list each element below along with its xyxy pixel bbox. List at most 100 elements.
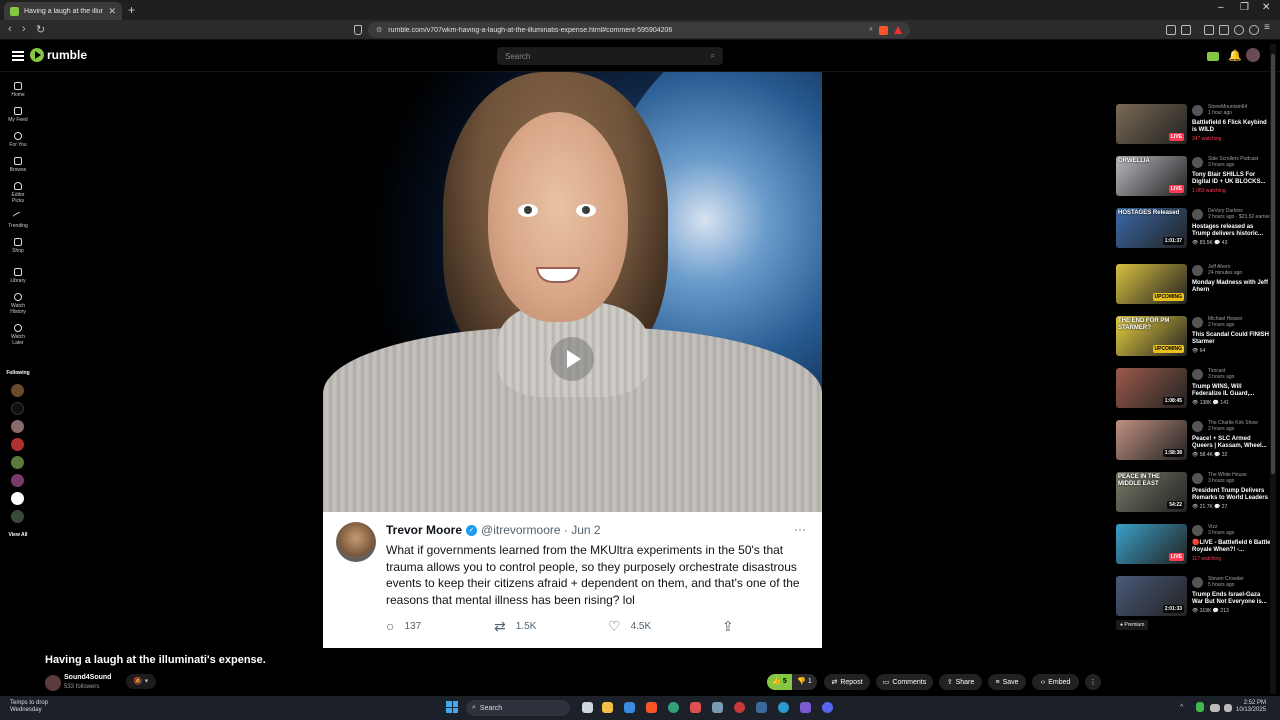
notification-toggle-button[interactable]: 🔕 ▾ [126,674,156,689]
sidebar-item-watch-later[interactable]: Watch Later [0,324,36,346]
related-title[interactable]: Tony Blair SHILLS For Digital ID + UK BL… [1192,172,1272,186]
discord-icon[interactable] [822,702,833,713]
bell-icon[interactable]: 🔔 [1228,49,1242,62]
related-title[interactable]: Hostages released as Trump delivers hist… [1192,224,1272,238]
search-icon[interactable]: ⌕ [711,51,715,61]
app-icon[interactable] [624,702,635,713]
system-clock[interactable]: 2:52 PM 10/13/2025 [1236,700,1266,714]
related-title[interactable]: 🔴LIVE - Battlefield 6 Battle Royale When… [1192,540,1272,554]
upvote-button[interactable]: 👍 5 [767,674,792,690]
related-channel-avatar[interactable] [1192,577,1203,588]
related-channel-avatar[interactable] [1192,525,1203,536]
scrollbar-thumb[interactable] [1271,54,1275,474]
zoom-icon[interactable]: ⌕ [869,26,873,34]
new-tab-button[interactable]: + [128,3,135,17]
related-channel-avatar[interactable] [1192,157,1203,168]
view-all-link[interactable]: View All [0,532,36,538]
following-channel-avatar[interactable] [11,384,24,397]
task-view-icon[interactable] [582,702,593,713]
brave-browser-icon[interactable] [646,702,657,713]
address-bar[interactable]: ⚙ rumble.com/v707wkm-having-a-laugh-at-t… [368,22,910,38]
related-thumbnail[interactable]: HOSTAGES Released 1:01:37 [1116,208,1187,248]
rumble-logo[interactable]: rumble [30,48,87,62]
forward-button[interactable]: › [22,23,26,35]
save-button[interactable]: ≡ Save [988,674,1026,690]
app-icon[interactable] [778,702,789,713]
related-title[interactable]: Trump Ends Israel-Gaza War But Not Every… [1192,592,1272,606]
related-thumbnail[interactable]: UPCOMING [1116,264,1187,304]
sidebar-item-watch-history[interactable]: Watch History [0,293,36,315]
following-channel-avatar[interactable] [11,438,24,451]
sidebar-item-browse[interactable]: Browse [0,157,36,173]
taskbar-search[interactable]: ⌕ Search [466,700,570,716]
extensions-icon[interactable] [1166,25,1176,35]
share-button[interactable]: ⇪ Share [939,674,982,690]
app-icon[interactable] [690,702,701,713]
reading-list-icon[interactable] [1219,25,1229,35]
sidebar-item-library[interactable]: Library [0,268,36,284]
related-thumbnail[interactable]: PEACE IN THE MIDDLE EAST 54:22 [1116,472,1187,512]
browser-tab[interactable]: Having a laugh at the illuminati' ✕ [4,2,122,20]
following-channel-avatar[interactable] [11,456,24,469]
downvote-button[interactable]: 👎 1 [792,674,817,690]
wallet-icon[interactable] [1181,25,1191,35]
weather-widget[interactable]: Temps to drop Wednesday [10,700,48,714]
related-thumbnail[interactable]: 1:58:38 [1116,420,1187,460]
sidebar-item-my-feed[interactable]: My Feed [0,107,36,123]
related-thumbnail[interactable]: LIVE [1116,104,1187,144]
related-title[interactable]: This Scandal Could FINISH Starmer [1192,332,1272,346]
more-options-button[interactable]: ⋮ [1085,674,1101,690]
related-thumbnail[interactable]: LIVE [1116,524,1187,564]
sidebar-item-trending[interactable]: Trending [0,211,36,229]
app-icon[interactable] [800,702,811,713]
bookmark-icon[interactable] [354,25,362,35]
reload-button[interactable]: ↻ [36,23,45,36]
premium-badge[interactable]: ● Premium [1116,620,1149,630]
user-avatar[interactable] [1246,48,1260,62]
related-thumbnail[interactable]: 2:01:33 [1116,576,1187,616]
related-thumbnail[interactable]: ORWELLIA LIVE [1116,156,1187,196]
window-close-button[interactable]: ✕ [1262,2,1270,13]
play-button-icon[interactable] [550,337,594,381]
site-info-icon[interactable]: ⚙ [376,26,382,34]
back-button[interactable]: ‹ [8,23,12,35]
upload-video-icon[interactable] [1207,52,1219,61]
sidebar-item-editor-picks[interactable]: Editor Picks [0,182,36,204]
following-channel-avatar[interactable] [11,492,24,505]
embed-button[interactable]: ‹› Embed [1032,674,1079,690]
related-channel-avatar[interactable] [1192,317,1203,328]
related-channel-avatar[interactable] [1192,421,1203,432]
volume-icon[interactable] [1224,704,1232,712]
search-input[interactable]: Search ⌕ [497,47,723,65]
brave-shield-icon[interactable] [879,25,888,35]
app-icon[interactable] [668,702,679,713]
comments-button[interactable]: ▭ Comments [876,674,933,690]
related-title[interactable]: Battlefield 6 Flick Keybind is WILD [1192,120,1272,134]
following-channel-avatar[interactable] [11,420,24,433]
channel-name[interactable]: Sound4Sound [64,674,111,681]
wifi-icon[interactable] [1210,704,1220,712]
vpn-icon[interactable] [1249,25,1259,35]
sidebar-item-for-you[interactable]: For You [0,132,36,148]
related-thumbnail[interactable]: THE END FOR PM STARMER? UPCOMING [1116,316,1187,356]
video-player[interactable]: Trevor Moore ✓ @itrevormoore · Jun 2 ···… [323,72,822,648]
page-scrollbar[interactable] [1270,44,1276,694]
menu-icon[interactable]: ≡ [1264,22,1274,33]
maximize-button[interactable]: ❐ [1240,2,1249,13]
channel-avatar[interactable] [45,675,61,691]
sidebar-toggle-icon[interactable] [1204,25,1214,35]
hamburger-menu-icon[interactable] [12,51,24,61]
related-title[interactable]: Monday Madness with Jeff Ahern [1192,280,1272,294]
file-explorer-icon[interactable] [602,702,613,713]
following-channel-avatar[interactable] [11,510,24,523]
related-title[interactable]: President Trump Delivers Remarks to Worl… [1192,488,1272,502]
minimize-button[interactable]: – [1218,2,1224,13]
related-thumbnail[interactable]: 1:08:45 [1116,368,1187,408]
related-channel-avatar[interactable] [1192,265,1203,276]
app-icon[interactable] [712,702,723,713]
windows-start-icon[interactable] [446,701,458,713]
related-title[interactable]: Peace! + SLC Armed Queers | Kassam, Whee… [1192,436,1272,450]
repost-button[interactable]: ⇄ Repost [824,674,870,690]
app-icon[interactable] [734,702,745,713]
tab-close-icon[interactable]: ✕ [108,6,116,17]
